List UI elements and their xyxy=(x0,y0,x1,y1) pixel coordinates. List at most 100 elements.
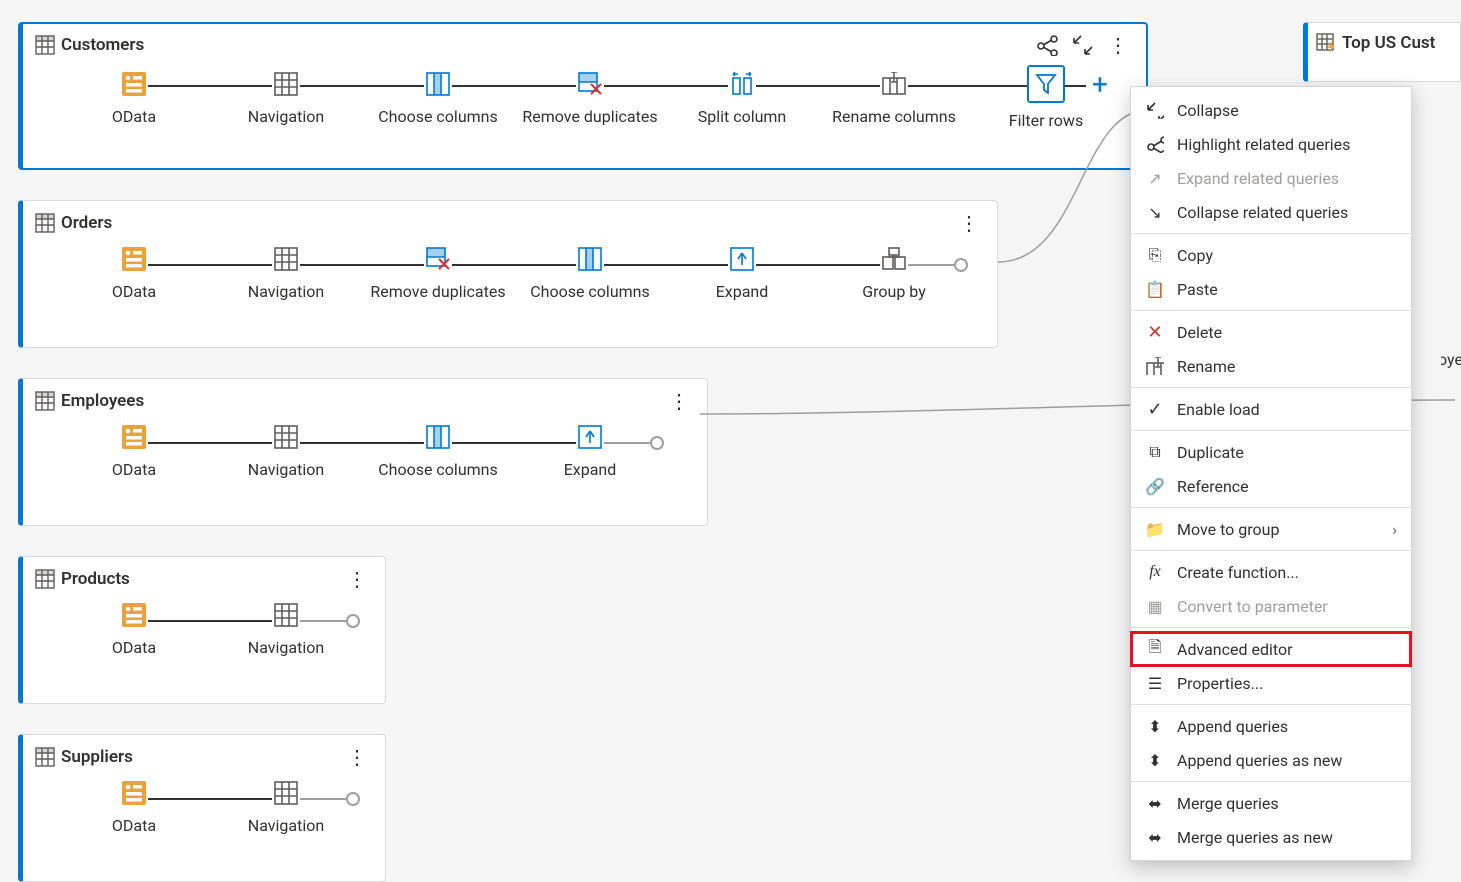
step-expand[interactable]: Expand xyxy=(514,419,666,479)
table-icon xyxy=(272,779,300,807)
filter-icon xyxy=(1028,66,1064,102)
query-title: Top US Cust xyxy=(1342,33,1435,53)
query-card-customers[interactable]: Customers ⋮ ODataNavigationChoose column… xyxy=(18,22,1148,170)
menu-create-function[interactable]: fx Create function... xyxy=(1131,555,1411,589)
reference-icon: 🔗 xyxy=(1145,476,1165,496)
menu-collapse[interactable]: Collapse xyxy=(1131,93,1411,127)
step-table[interactable]: Navigation xyxy=(210,419,362,479)
step-odata[interactable]: OData xyxy=(58,419,210,479)
menu-advanced-editor[interactable]: 🗎 Advanced editor xyxy=(1131,632,1411,666)
append-icon: ⬍ xyxy=(1145,716,1165,736)
menu-paste[interactable]: 📋 Paste xyxy=(1131,272,1411,306)
query-title: Orders xyxy=(61,213,112,233)
paste-icon: 📋 xyxy=(1145,279,1165,299)
menu-enable-load[interactable]: ✓ Enable load xyxy=(1131,392,1411,426)
step-label: Choose columns xyxy=(378,460,498,479)
menu-merge-queries-new[interactable]: ⬌ Merge queries as new xyxy=(1131,820,1411,854)
step-filter[interactable]: Filter rows xyxy=(970,62,1122,130)
menu-copy[interactable]: ⎘ Copy xyxy=(1131,238,1411,272)
expand-icon xyxy=(728,245,756,273)
step-label: OData xyxy=(112,816,156,835)
merge-icon: ⬌ xyxy=(1145,793,1165,813)
step-label: Group by xyxy=(862,282,926,301)
step-choose-cols[interactable]: Choose columns xyxy=(362,419,514,479)
table-icon xyxy=(35,35,55,55)
step-label: OData xyxy=(112,638,156,657)
step-remove-dup[interactable]: Remove duplicates xyxy=(362,241,514,301)
menu-append-queries-new[interactable]: ⬍ Append queries as new xyxy=(1131,743,1411,777)
more-icon[interactable]: ⋮ xyxy=(669,389,689,413)
step-odata[interactable]: OData xyxy=(58,66,210,126)
menu-highlight-related[interactable]: Highlight related queries xyxy=(1131,127,1411,161)
more-icon[interactable]: ⋮ xyxy=(347,567,367,591)
step-label: Expand xyxy=(564,460,617,479)
copy-icon: ⎘ xyxy=(1145,245,1165,265)
more-icon[interactable]: ⋮ xyxy=(347,745,367,769)
menu-collapse-related[interactable]: ↘ Collapse related queries xyxy=(1131,195,1411,229)
step-label: Remove duplicates xyxy=(522,107,657,126)
append-new-icon: ⬍ xyxy=(1145,750,1165,770)
odata-icon xyxy=(120,70,148,98)
table-icon xyxy=(272,245,300,273)
remove-dup-icon xyxy=(576,70,604,98)
step-label: Choose columns xyxy=(378,107,498,126)
query-title: Employees xyxy=(61,391,144,411)
step-rename-cols[interactable]: Rename columns xyxy=(818,66,970,126)
menu-move-to-group[interactable]: 📁 Move to group › xyxy=(1131,512,1411,546)
menu-append-queries[interactable]: ⬍ Append queries xyxy=(1131,709,1411,743)
step-table[interactable]: Navigation xyxy=(210,241,362,301)
step-label: Rename columns xyxy=(832,107,956,126)
delete-icon: ✕ xyxy=(1145,322,1165,342)
remove-dup-icon xyxy=(424,245,452,273)
step-choose-cols[interactable]: Choose columns xyxy=(514,241,666,301)
menu-properties[interactable]: ☰ Properties... xyxy=(1131,666,1411,700)
highlight-related-icon[interactable] xyxy=(1036,34,1058,56)
step-label: Expand xyxy=(716,282,769,301)
query-card-products[interactable]: Products ⋮ OData Navigation xyxy=(18,556,386,704)
properties-icon: ☰ xyxy=(1145,673,1165,693)
context-menu: Collapse Highlight related queries ↗ Exp… xyxy=(1130,86,1412,861)
step-group-by[interactable]: Group by xyxy=(818,241,970,301)
menu-merge-queries[interactable]: ⬌ Merge queries xyxy=(1131,786,1411,820)
step-odata[interactable]: OData xyxy=(58,241,210,301)
table-icon xyxy=(272,601,300,629)
step-remove-dup[interactable]: Remove duplicates xyxy=(514,66,666,126)
step-split-col[interactable]: Split column xyxy=(666,66,818,126)
rename-cols-icon xyxy=(880,70,908,98)
query-card-suppliers[interactable]: Suppliers ⋮ ODataNavigation xyxy=(18,734,386,882)
choose-cols-icon xyxy=(424,70,452,98)
more-icon[interactable]: ⋮ xyxy=(1108,41,1128,49)
query-card-top-us-cust[interactable]: Top US Cust xyxy=(1303,22,1461,82)
choose-cols-icon xyxy=(576,245,604,273)
step-choose-cols[interactable]: Choose columns xyxy=(362,66,514,126)
step-odata[interactable]: OData xyxy=(58,775,210,835)
step-table[interactable]: Navigation xyxy=(210,66,362,126)
query-card-employees[interactable]: Employees ⋮ OData Navigation Choose column… xyxy=(18,378,708,526)
step-label: Navigation xyxy=(248,638,324,657)
choose-cols-icon xyxy=(424,423,452,451)
query-title: Products xyxy=(61,569,130,589)
step-expand[interactable]: Expand xyxy=(666,241,818,301)
step-odata[interactable]: OData xyxy=(58,597,210,657)
collapse-icon xyxy=(1145,100,1165,120)
parameter-icon: ▦ xyxy=(1145,596,1165,616)
menu-rename[interactable]: Rename xyxy=(1131,349,1411,383)
chevron-right-icon: › xyxy=(1392,520,1397,539)
folder-icon: 📁 xyxy=(1145,519,1165,539)
more-icon[interactable]: ⋮ xyxy=(959,211,979,235)
step-table[interactable]: Navigation xyxy=(210,775,362,835)
table-icon xyxy=(35,213,55,233)
step-label: OData xyxy=(112,107,156,126)
odata-icon xyxy=(120,779,148,807)
step-label: OData xyxy=(112,460,156,479)
odata-icon xyxy=(120,423,148,451)
menu-duplicate[interactable]: ⧉ Duplicate xyxy=(1131,435,1411,469)
menu-reference[interactable]: 🔗 Reference xyxy=(1131,469,1411,503)
collapse-icon[interactable] xyxy=(1072,34,1094,56)
expand-icon xyxy=(576,423,604,451)
step-table[interactable]: Navigation xyxy=(210,597,362,657)
step-label: OData xyxy=(112,282,156,301)
menu-delete[interactable]: ✕ Delete xyxy=(1131,315,1411,349)
query-card-orders[interactable]: Orders ⋮ OData NavigationRemove duplicate… xyxy=(18,200,998,348)
table-icon xyxy=(35,569,55,589)
